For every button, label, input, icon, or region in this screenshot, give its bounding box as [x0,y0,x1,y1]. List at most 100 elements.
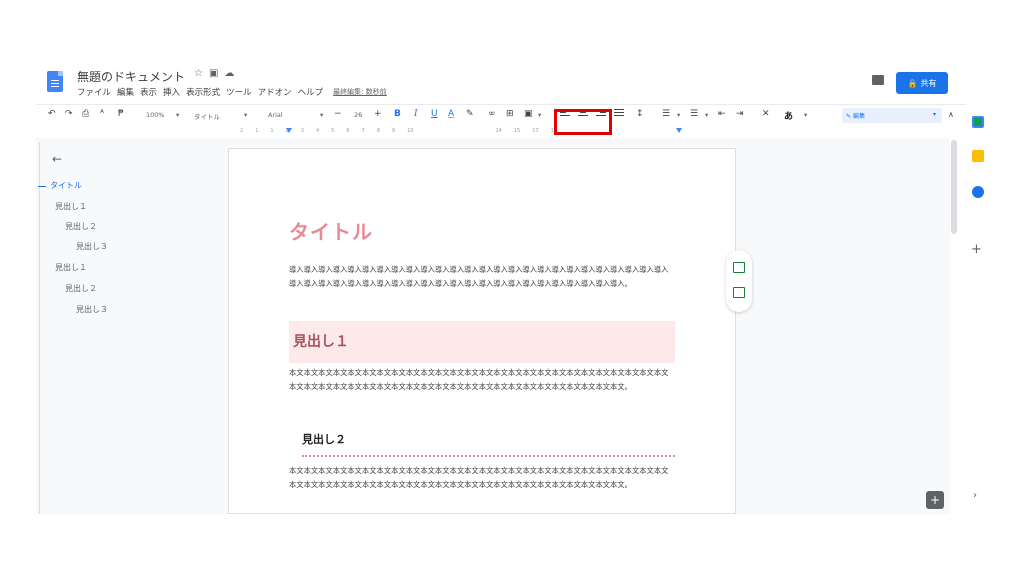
image-dropdown-icon[interactable]: ▾ [538,111,541,119]
outline-item-h3[interactable]: 見出し３ [76,304,108,315]
document-heading-title[interactable]: タイトル [289,216,373,245]
menu-insert[interactable]: 挿入 [163,86,180,98]
cloud-status-icon[interactable]: ☁ [224,68,240,79]
last-edit-status[interactable]: 最終編集: 数秒前 [333,86,387,98]
increase-font-icon[interactable]: + [374,109,382,119]
bulleted-list-icon[interactable]: ☰ [690,109,698,119]
checklist-icon[interactable]: ☰ [662,109,670,119]
intro-paragraph[interactable]: 導入導入導入導入導入導入導入導入導入導入導入導入導入導入導入導入導入導入導入導入… [289,263,675,291]
line-spacing-icon[interactable]: ↕ [636,109,644,119]
ruler-tick: 4 [315,128,320,134]
add-comment-float-icon[interactable] [733,262,745,273]
document-title[interactable]: 無題のドキュメント [77,68,185,85]
expand-panel-icon[interactable]: › [973,490,977,501]
body-paragraph-2[interactable]: 本文本文本文本文本文本文本文本文本文本文本文本文本文本文本文本文本文本文本文本文… [289,464,675,492]
keep-icon[interactable] [972,150,984,162]
decrease-indent-icon[interactable]: ⇤ [718,109,726,119]
outline-item-h2[interactable]: 見出し２ [65,283,97,294]
editing-mode-label: 編集 [852,113,865,120]
mode-dropdown-icon: ▾ [932,111,936,118]
outline-item-h2[interactable]: 見出し２ [65,221,97,232]
style-select[interactable]: タイトル [194,111,220,121]
editing-mode-select[interactable]: ✎ 編集 ▾ [842,108,942,123]
paint-format-icon[interactable]: ₱ [118,109,124,119]
add-addon-icon[interactable]: + [971,242,982,257]
font-size-input[interactable]: 26 [354,111,362,119]
decrease-font-icon[interactable]: − [334,109,342,119]
toolbar: ↶ ↷ ⎙ ᴬ ₱ 100% ▾ タイトル ▾ Arial ▾ − 26 + B… [36,104,966,126]
outline-back-arrow-icon[interactable]: ← [52,152,62,166]
ruler-tick: 14 [495,128,502,134]
share-label: 共有 [920,78,937,88]
tasks-icon[interactable] [972,186,984,198]
align-justify-icon[interactable] [614,108,624,117]
ruler-tick: 17 [532,128,539,134]
zoom-select[interactable]: 100% [146,111,165,119]
bold-button[interactable]: B [394,109,401,119]
input-tools-button[interactable]: あ [784,109,793,122]
highlight-icon[interactable]: ✎ [466,109,474,119]
menu-help[interactable]: ヘルプ [298,86,324,98]
redo-icon[interactable]: ↷ [65,109,73,119]
outline-item-h3[interactable]: 見出し３ [76,241,108,252]
font-select[interactable]: Arial [268,111,283,119]
ruler-tick: 15 [513,128,521,134]
heading2-text[interactable]: 見出し２ [302,431,346,447]
spellcheck-icon[interactable]: ᴬ [100,109,104,119]
star-icon[interactable]: ☆ [194,68,209,79]
link-icon[interactable]: ∞ [488,109,496,119]
heading1-block[interactable]: 見出し１ [289,321,675,363]
menu-tools[interactable]: ツール [226,86,252,98]
docs-app: 無題のドキュメント ☆▣☁ ファイル 編集 表示 挿入 表示形式 ツール アドオ… [36,62,966,514]
heading1-text: 見出し１ [293,334,349,350]
side-panel: + › [966,62,990,514]
ruler-tick: 1 [270,128,274,134]
collapse-toolbar-icon[interactable]: ∧ [948,110,954,119]
font-dropdown-icon[interactable]: ▾ [320,111,323,119]
ruler-tick: 10 [407,128,414,134]
print-icon[interactable]: ⎙ [82,109,89,119]
vertical-scrollbar[interactable] [951,140,957,234]
menu-format[interactable]: 表示形式 [186,86,220,98]
menu-edit[interactable]: 編集 [117,86,134,98]
text-color-button[interactable]: A [448,109,454,119]
menu-bar: ファイル 編集 表示 挿入 表示形式 ツール アドオン ヘルプ 最終編集: 数秒… [77,86,387,98]
ruler-tick: 7 [361,128,365,134]
ruler-tick: 6 [346,128,350,134]
share-button[interactable]: 🔒 共有 [896,72,948,94]
lock-icon: 🔒 [907,78,918,88]
floating-tools [726,250,752,312]
italic-button[interactable]: I [414,109,418,119]
outline-active-marker [38,186,46,187]
calendar-icon[interactable] [972,116,984,128]
clear-format-icon[interactable]: ✕ [762,109,770,119]
increase-indent-icon[interactable]: ⇥ [736,109,744,119]
input-tools-dropdown-icon[interactable]: ▾ [804,111,807,119]
underline-button[interactable]: U [431,109,438,119]
horizontal-ruler: 2 1 1 2 3 4 5 6 7 8 9 10 14 15 17 18 [230,128,766,138]
heading2-underline [302,455,675,457]
suggest-edit-float-icon[interactable] [733,287,745,298]
outline-item-h1[interactable]: 見出し１ [55,201,87,212]
menu-view[interactable]: 表示 [140,86,157,98]
ruler-tick: 2 [240,128,244,134]
comment-history-icon[interactable] [872,75,884,85]
explore-button[interactable]: + [926,491,944,509]
outline-item-title[interactable]: タイトル [50,180,82,191]
undo-icon[interactable]: ↶ [48,109,56,119]
menu-addons[interactable]: アドオン [258,86,292,98]
style-dropdown-icon[interactable]: ▾ [244,111,247,119]
ruler-tick: 8 [376,128,380,134]
bullet-dropdown-icon[interactable]: ▾ [705,111,708,119]
ruler-tick: 1 [255,128,259,134]
add-comment-icon[interactable]: ⊞ [506,109,514,119]
insert-image-icon[interactable]: ▣ [524,109,533,119]
checklist-dropdown-icon[interactable]: ▾ [677,111,680,119]
title-icons: ☆▣☁ [194,68,240,79]
move-folder-icon[interactable]: ▣ [209,68,224,79]
outline-item-h1[interactable]: 見出し１ [55,262,87,273]
menu-file[interactable]: ファイル [77,86,111,98]
docs-logo-icon[interactable] [47,71,63,92]
zoom-dropdown-icon[interactable]: ▾ [176,111,179,119]
body-paragraph-1[interactable]: 本文本文本文本文本文本文本文本文本文本文本文本文本文本文本文本文本文本文本文本文… [289,366,675,394]
